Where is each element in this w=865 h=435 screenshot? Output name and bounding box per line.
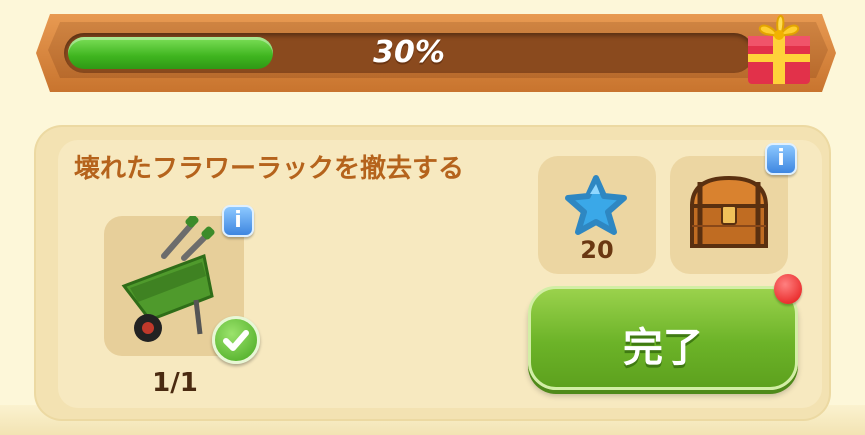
blue-star-icon <box>565 175 627 235</box>
progress-bar: 30% <box>64 33 754 73</box>
gift-box-icon[interactable] <box>744 8 814 86</box>
task-title: 壊れたフラワーラックを撤去する <box>74 154 465 184</box>
progress-percent: 30% <box>373 35 445 70</box>
item-count: 1/1 <box>152 368 198 398</box>
chest-info-icon[interactable]: i <box>765 143 797 175</box>
notification-dot <box>774 274 802 304</box>
complete-button-label: 完了 <box>623 325 703 371</box>
complete-button[interactable]: 完了 <box>528 286 798 390</box>
check-icon <box>212 316 260 364</box>
reward-star-amount: 20 <box>580 236 614 264</box>
item-info-icon[interactable]: i <box>222 205 254 237</box>
